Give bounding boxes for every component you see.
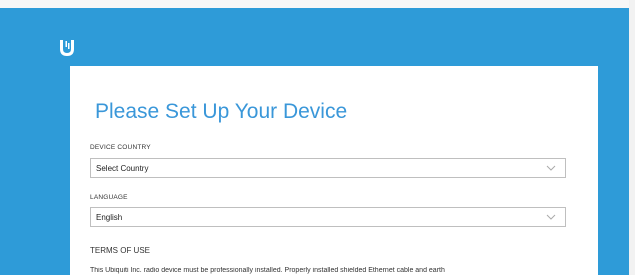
page-title: Please Set Up Your Device [95, 100, 348, 123]
ubiquiti-logo-icon [60, 40, 74, 56]
terms-of-use-heading: TERMS OF USE [90, 246, 151, 255]
language-label: LANGUAGE [90, 194, 128, 201]
terms-of-use-text: This Ubiquiti Inc. radio device must be … [90, 267, 445, 274]
language-value: English [96, 212, 123, 222]
right-edge-strip [629, 0, 635, 275]
device-country-value: Select Country [96, 163, 149, 173]
device-country-select[interactable]: Select Country [90, 158, 566, 178]
top-margin [0, 0, 635, 8]
chevron-down-icon [546, 214, 556, 220]
setup-card: Please Set Up Your Device DEVICE COUNTRY… [70, 66, 598, 275]
chevron-down-icon [546, 165, 556, 171]
device-country-label: DEVICE COUNTRY [90, 144, 151, 151]
language-select[interactable]: English [90, 207, 566, 227]
